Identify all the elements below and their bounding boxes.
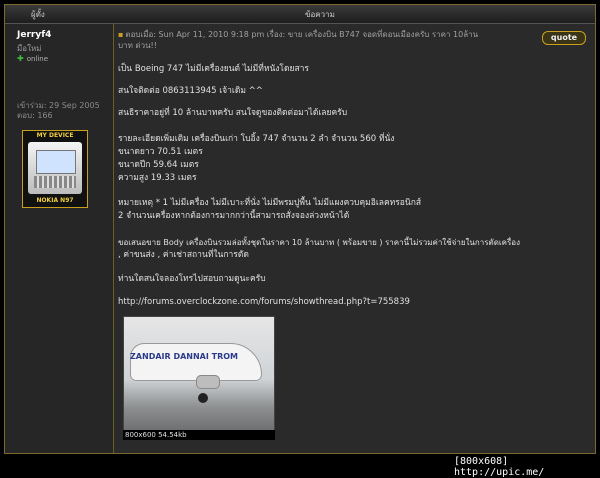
thread-link[interactable]: http://forums.overclockzone.com/forums/s… [118,297,410,308]
forum-frame: ผู้ตั้ง ข้อความ Jerryf4 มือใหม่ ✚ online … [4,4,596,454]
post-line: สนใจติดต่อ 0863113945 เจ้าเดิม ^^ [118,86,263,96]
subject-line-2: บาท ด่วน!! [118,41,157,50]
header-author: ผู้ตั้ง [31,10,45,19]
landing-gear-shape [198,393,208,403]
signature-bottom: NOKIA N97 [36,197,74,204]
image-caption: 800x600 54.54kb [123,430,275,440]
post-count: ตอบ: 166 [17,111,53,120]
post-line: 2 จำนวนเครื่องหากต้องการมากกว่านี้สามารถ… [118,211,350,221]
post-line: หมายเหตุ * 1 ไม่มีเครื่อง ไม่มีเบาะที่นั… [118,198,422,208]
quote-button[interactable]: quote [542,31,586,45]
username-link[interactable]: Jerryf4 [17,30,51,40]
post-line: สนธิราคาอยู่ที่ 10 ล้านบาทครับ สนใจดูของ… [118,108,348,118]
engine-shape [196,375,220,389]
online-icon: ✚ [17,54,24,63]
header-message: ข้อความ [305,10,335,19]
user-panel: Jerryf4 มือใหม่ ✚ online เข้าร่วม: 29 Sep… [5,24,114,453]
signature-image: MY DEVICE NOKIA N97 [22,130,88,208]
post-icon: ▪ [118,30,124,39]
post-line: ความสูง 19.33 เมตร [118,173,197,183]
post-line: ขนาดปีก 59.64 เมตร [118,160,199,170]
online-status: ✚ online [17,54,48,63]
post-line: ท่านใดสนใจลองโทรไปสอบถามดูนะครับ [118,274,266,284]
subject-line-1: ตอบเมื่อ: Sun Apr 11, 2010 9:18 pm เรื่อ… [125,30,479,39]
table-header: ผู้ตั้ง ข้อความ [5,5,595,24]
post-panel: ▪ ตอบเมื่อ: Sun Apr 11, 2010 9:18 pm เรื่… [114,24,595,453]
post-line: รายละเอียดเพิ่มเติม เครื่องบินเก่า โบอิ้… [118,134,395,144]
post-subject: ▪ ตอบเมื่อ: Sun Apr 11, 2010 9:18 pm เรื่… [118,29,528,51]
fuselage-text: ZANDAIR DANNAI TROM [130,352,238,361]
post-line: เป็น Boeing 747 ไม่มีเครื่องยนต์ ไม่มีที… [118,64,309,74]
fuselage-shape [130,343,262,381]
post-line: ขอเสนอขาย Body เครื่องบินรวมล่อทั้งชุดใน… [118,238,520,247]
online-label: online [26,55,49,63]
post-line: ขนาดยาว 70.51 เมตร [118,147,203,157]
post-line: , ค่าขนส่ง , ค่าเช่าสถานที่ในการตัด [118,250,249,260]
airplane-photo[interactable]: ZANDAIR DANNAI TROM [123,316,275,431]
phone-icon [28,142,82,194]
signature-top: MY DEVICE [36,132,74,139]
